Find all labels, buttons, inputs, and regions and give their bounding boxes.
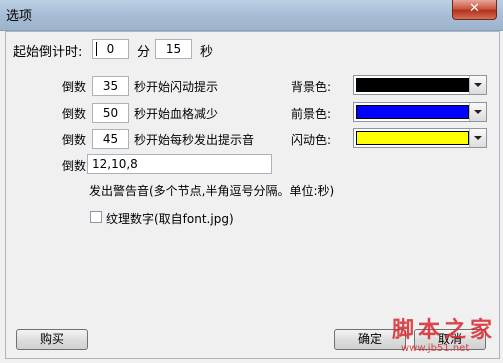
row-health-prefix: 倒数 [62,107,87,121]
text-caret [96,42,97,56]
row-flash-suffix: 秒开始闪动提示 [134,80,219,94]
background-color-label: 背景色: [291,80,332,94]
row-beep-prefix: 倒数 [62,133,87,147]
row-health-suffix: 秒开始血格减少 [134,107,219,121]
background-color-dropdown-button[interactable] [469,76,486,94]
flash-color-label: 闪动色: [291,133,332,147]
health-seconds-input[interactable]: 50 [92,103,129,123]
foreground-color-swatch [356,105,469,119]
dialog-body: 起始倒计时: 0 分 15 秒 倒数 35 秒开始闪动提示 倒数 50 秒开始血… [5,31,500,359]
foreground-color-label: 前景色: [291,107,332,121]
watermark-url: www.jb51.net [401,343,470,354]
flash-seconds-input[interactable]: 35 [92,76,129,96]
chevron-down-icon [474,83,482,87]
row-beep-suffix: 秒开始每秒发出提示音 [134,133,255,147]
warning-nodes-input[interactable]: 12,10,8 [87,154,272,174]
countdown-label: 起始倒计时: [13,45,83,60]
chevron-down-icon [474,136,482,140]
title-bar[interactable]: 选项 ✕ [0,0,503,31]
background-color-select[interactable] [353,75,487,95]
warning-hint-text: 发出警告音(多个节点,半角逗号分隔。单位:秒) [89,184,335,198]
options-window: 选项 ✕ 起始倒计时: 0 分 15 秒 倒数 35 秒开始闪动提示 倒数 50… [0,0,503,363]
flash-color-select[interactable] [353,128,487,148]
chevron-down-icon [474,110,482,114]
texture-digits-checkbox[interactable] [90,211,102,223]
texture-digits-label[interactable]: 纹理数字(取自font.jpg) [106,210,234,227]
close-button[interactable]: ✕ [452,0,497,20]
countdown-seconds-input[interactable]: 15 [155,39,192,59]
watermark-logo: 脚本之家 [392,317,497,343]
buy-button[interactable]: 购买 [16,329,88,350]
countdown-minutes-input[interactable]: 0 [92,39,129,59]
foreground-color-dropdown-button[interactable] [469,103,486,121]
flash-color-swatch [356,131,469,145]
seconds-unit-label: 秒 [200,45,214,60]
close-icon: ✕ [469,1,480,16]
beep-seconds-input[interactable]: 45 [92,129,129,149]
window-title: 选项 [6,9,33,24]
row-flash-prefix: 倒数 [62,80,87,94]
foreground-color-select[interactable] [353,102,487,122]
minutes-unit-label: 分 [137,45,151,60]
flash-color-dropdown-button[interactable] [469,129,486,147]
background-color-swatch [356,78,469,92]
row-warning-prefix: 倒数 [62,159,87,173]
